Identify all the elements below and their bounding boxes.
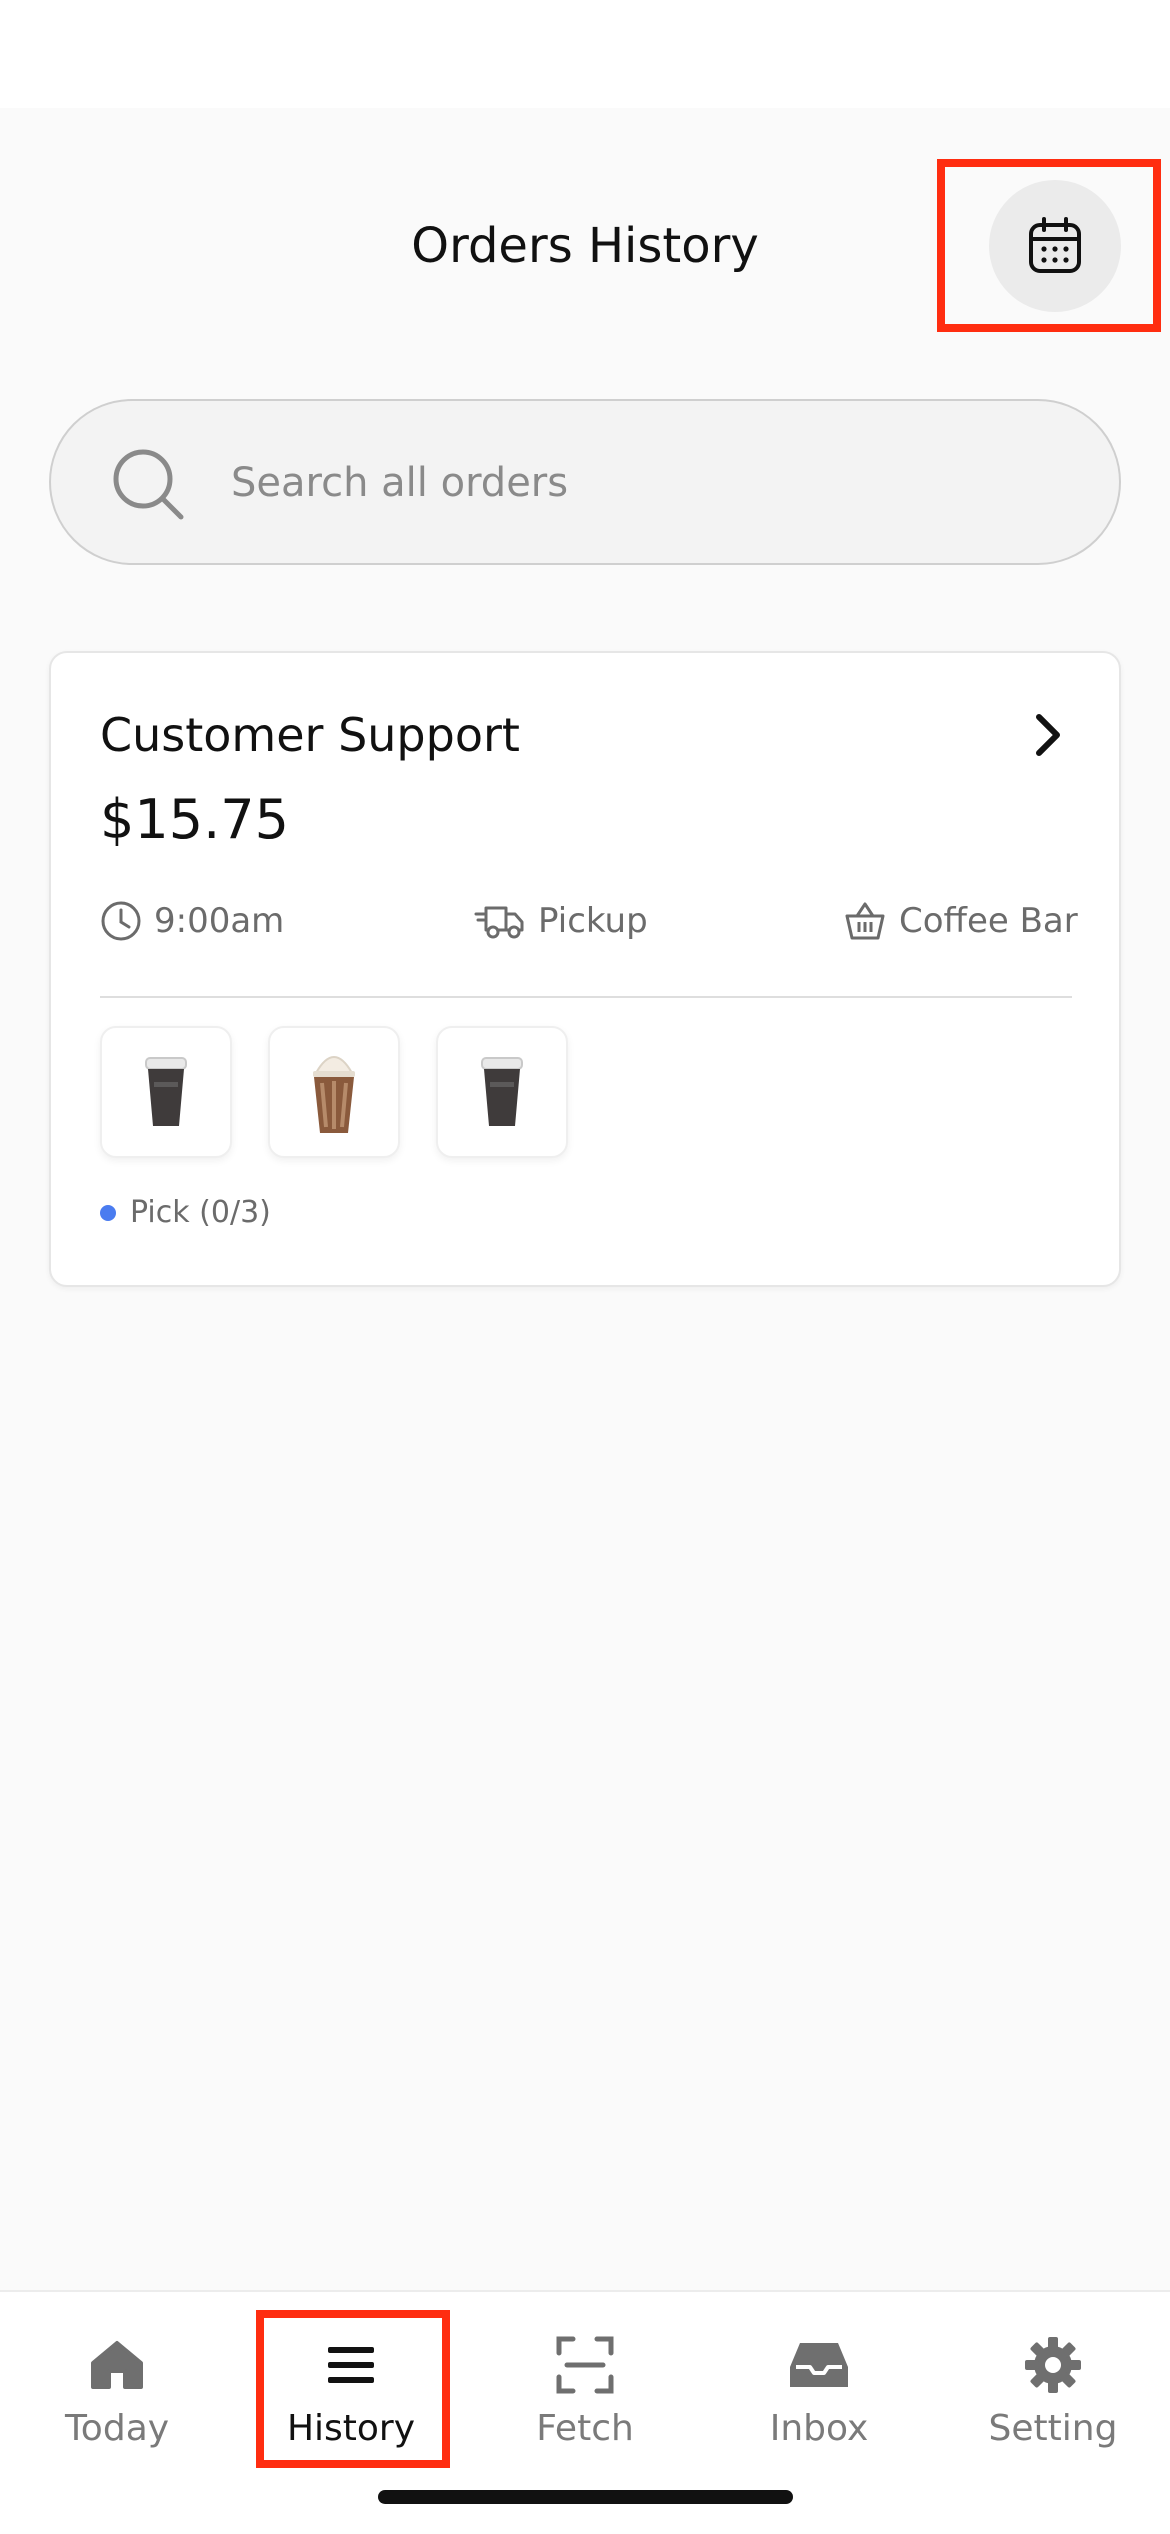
pick-status: Pick (0/3)	[100, 1193, 271, 1233]
order-time-label: 9:00am	[154, 901, 285, 941]
history-tab-highlight-box	[256, 2310, 450, 2468]
status-bar	[0, 0, 1170, 108]
order-location-label: Coffee Bar	[899, 901, 1078, 941]
search-input[interactable]: Search all orders	[49, 399, 1121, 565]
tab-setting[interactable]: Setting	[936, 2330, 1170, 2460]
order-total: $15.75	[100, 788, 289, 851]
tab-today-label: Today	[64, 2408, 170, 2449]
tab-inbox-label: Inbox	[769, 2408, 869, 2449]
product-thumbnail[interactable]	[268, 1026, 400, 1158]
tab-setting-label: Setting	[988, 2408, 1118, 2449]
coffee-cup-icon	[481, 1057, 523, 1126]
search-placeholder: Search all orders	[231, 460, 569, 506]
delivery-truck-icon	[474, 906, 524, 939]
gear-icon	[1025, 2337, 1081, 2393]
product-thumbnail[interactable]	[436, 1026, 568, 1158]
order-card[interactable]: Customer Support $15.75 9:00am Pickup Co…	[49, 651, 1121, 1287]
home-indicator	[378, 2490, 793, 2504]
coffee-cup-icon	[145, 1057, 187, 1126]
card-divider	[100, 996, 1072, 998]
order-location: Coffee Bar	[843, 897, 1078, 945]
tab-fetch-label: Fetch	[536, 2408, 634, 2449]
customer-name: Customer Support	[100, 708, 520, 762]
inbox-icon	[790, 2343, 848, 2387]
basket-icon	[845, 902, 885, 940]
order-fulfillment: Pickup	[474, 897, 648, 945]
calendar-highlight-box	[937, 159, 1161, 332]
tab-fetch[interactable]: Fetch	[468, 2330, 702, 2460]
iced-mocha-icon	[313, 1056, 355, 1133]
chevron-right-icon[interactable]	[1031, 713, 1065, 757]
home-icon	[91, 2341, 143, 2389]
tab-inbox[interactable]: Inbox	[702, 2330, 936, 2460]
pick-status-label: Pick (0/3)	[130, 1195, 271, 1230]
order-fulfillment-label: Pickup	[538, 901, 648, 941]
status-dot	[100, 1205, 116, 1221]
clock-icon	[101, 901, 141, 941]
tab-today[interactable]: Today	[0, 2330, 234, 2460]
order-time: 9:00am	[100, 897, 284, 945]
product-thumbnail[interactable]	[100, 1026, 232, 1158]
scan-icon	[556, 2336, 614, 2394]
search-icon	[113, 449, 184, 520]
